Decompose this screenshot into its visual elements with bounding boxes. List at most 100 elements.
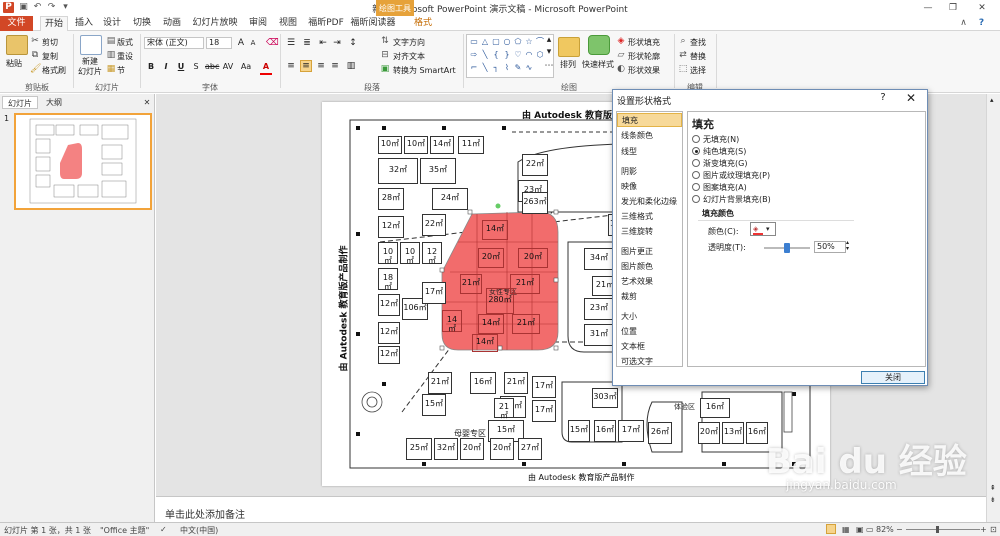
spacing-icon[interactable]: AV <box>222 61 234 73</box>
nav-line-style[interactable]: 线型 <box>617 145 682 159</box>
columns-icon[interactable]: ▥ <box>346 61 356 71</box>
tab-file[interactable]: 文件 <box>0 16 33 31</box>
help-icon[interactable]: ? <box>976 18 987 29</box>
transparency-input[interactable]: 50% <box>814 241 846 253</box>
radio-pattern-fill[interactable] <box>692 183 700 191</box>
shape-fill-icon[interactable]: ◈ <box>616 36 626 46</box>
new-slide-icon[interactable] <box>80 35 102 55</box>
bold-icon[interactable]: B <box>145 61 157 73</box>
pentagon-shape-icon[interactable]: ⬠ <box>513 37 523 47</box>
radio-gradient-fill[interactable] <box>692 159 700 167</box>
copy-button[interactable]: 复制 <box>42 51 58 62</box>
quick-styles-icon[interactable] <box>588 35 610 55</box>
layout-icon[interactable]: ▤ <box>106 36 116 46</box>
shape-fill-button[interactable]: 形状填充 <box>628 37 660 48</box>
nav-glow[interactable]: 发光和柔化边缘 <box>617 195 682 209</box>
tab-slides[interactable]: 幻灯片 <box>2 96 38 109</box>
minimize-icon[interactable]: — <box>920 2 936 14</box>
color-picker-button[interactable]: ◈ ▾ <box>750 222 776 236</box>
replace-icon[interactable]: ⇄ <box>678 50 688 60</box>
scribble-shape-icon[interactable]: ∿ <box>524 63 534 73</box>
radio-background-fill[interactable] <box>692 195 700 203</box>
smartart-icon[interactable]: ▣ <box>380 64 390 74</box>
text-direction-icon[interactable]: ⇅ <box>380 36 390 46</box>
italic-icon[interactable]: I <box>160 61 172 73</box>
close-icon[interactable]: ✕ <box>974 2 990 14</box>
zoom-out-icon[interactable]: − <box>896 525 903 534</box>
new-slide-button[interactable]: 新建 幻灯片 <box>78 57 102 77</box>
slideshow-view-icon[interactable]: ▭ <box>866 525 874 534</box>
nav-picture-corrections[interactable]: 图片更正 <box>617 245 682 259</box>
zigzag-shape-icon[interactable]: ⌇ <box>502 63 512 73</box>
arrange-icon[interactable] <box>558 37 580 57</box>
connector-shape-icon[interactable]: ⌐ <box>469 63 479 73</box>
reset-icon[interactable]: ▥ <box>106 50 116 60</box>
line-spacing-icon[interactable]: ↕ <box>348 38 358 48</box>
radio-no-fill[interactable] <box>692 135 700 143</box>
dialog-close-button[interactable]: 关闭 <box>861 371 925 384</box>
slide-sorter-icon[interactable]: ▦ <box>842 525 850 534</box>
slide-thumbnail[interactable] <box>14 113 152 210</box>
nav-reflection[interactable]: 映像 <box>617 180 682 194</box>
shadow-icon[interactable]: S <box>190 61 202 73</box>
smartart-button[interactable]: 转换为 SmartArt <box>393 65 456 76</box>
tab-foxit-reader[interactable]: 福昕阅读器 <box>350 16 396 31</box>
scroll-page-up-icon[interactable]: ⇞ <box>990 484 996 492</box>
tab-slideshow[interactable]: 幻灯片放映 <box>192 16 238 31</box>
nav-picture-color[interactable]: 图片颜色 <box>617 260 682 274</box>
tab-animations[interactable]: 动画 <box>160 16 184 31</box>
nav-position[interactable]: 位置 <box>617 325 682 339</box>
copy-icon[interactable]: ⧉ <box>30 50 40 60</box>
close-panel-icon[interactable]: ✕ <box>142 96 152 109</box>
shape-outline-button[interactable]: 形状轮廓 <box>628 51 660 62</box>
zoom-slider[interactable] <box>906 529 980 530</box>
underline-icon[interactable]: U <box>175 61 187 73</box>
font-color-icon[interactable]: A <box>260 61 272 73</box>
shrink-font-icon[interactable]: A <box>248 38 258 48</box>
minimize-ribbon-icon[interactable]: ∧ <box>958 18 969 29</box>
restore-icon[interactable]: ❐ <box>945 2 961 14</box>
freeform-shape-icon[interactable]: ✎ <box>513 63 523 73</box>
zoom-in-icon[interactable]: + <box>980 525 987 534</box>
gallery-scroll-up-icon[interactable]: ▴ <box>544 35 554 45</box>
transparency-slider[interactable] <box>764 243 810 253</box>
bracket-shape-icon[interactable]: { <box>491 50 501 60</box>
bullets-icon[interactable]: ☰ <box>286 38 296 48</box>
oval-shape-icon[interactable]: ○ <box>502 37 512 47</box>
reset-button[interactable]: 重设 <box>117 51 133 62</box>
nav-artistic-effects[interactable]: 艺术效果 <box>617 275 682 289</box>
select-icon[interactable]: ⬚ <box>678 64 688 74</box>
align-text-icon[interactable]: ⊟ <box>380 50 390 60</box>
shape-outline-icon[interactable]: ▱ <box>616 50 626 60</box>
paste-icon[interactable] <box>6 35 28 55</box>
tab-view[interactable]: 视图 <box>276 16 300 31</box>
format-painter-button[interactable]: 格式刷 <box>42 65 66 76</box>
dialog-close-icon[interactable]: ✕ <box>903 91 919 105</box>
triangle-shape-icon[interactable]: △ <box>480 37 490 47</box>
select-button[interactable]: 选择 <box>690 65 706 76</box>
font-size-combo[interactable]: 18 <box>206 37 232 49</box>
heart-shape-icon[interactable]: ♡ <box>513 50 523 60</box>
elbow-shape-icon[interactable]: ┐ <box>491 63 501 73</box>
star-shape-icon[interactable]: ☆ <box>524 37 534 47</box>
quick-styles-button[interactable]: 快速样式 <box>582 59 614 70</box>
transparency-spin-icon[interactable]: ▴ ▾ <box>846 240 854 252</box>
tab-design[interactable]: 设计 <box>100 16 124 31</box>
nav-fill[interactable]: 填充 <box>617 113 682 127</box>
nav-line-color[interactable]: 线条颜色 <box>617 129 682 143</box>
arrange-button[interactable]: 排列 <box>560 59 576 70</box>
section-icon[interactable]: ▦ <box>106 64 116 74</box>
language[interactable]: 中文(中国) <box>180 525 218 536</box>
numbering-icon[interactable]: ≣ <box>302 38 312 48</box>
tab-foxit-pdf[interactable]: 福昕PDF <box>306 16 346 31</box>
cut-icon[interactable]: ✂ <box>30 36 40 46</box>
nav-crop[interactable]: 裁剪 <box>617 290 682 304</box>
align-text-button[interactable]: 对齐文本 <box>393 51 425 62</box>
strikethrough-icon[interactable]: abc <box>205 61 219 73</box>
scroll-page-down-icon[interactable]: ⇟ <box>990 496 996 504</box>
line-shape-icon[interactable]: ╲ <box>480 50 490 60</box>
scroll-up-icon[interactable]: ▴ <box>990 96 994 104</box>
layout-button[interactable]: 版式 <box>117 37 133 48</box>
rotation-handle[interactable] <box>495 203 501 209</box>
notes-pane[interactable]: 单击此处添加备注 <box>156 496 986 522</box>
